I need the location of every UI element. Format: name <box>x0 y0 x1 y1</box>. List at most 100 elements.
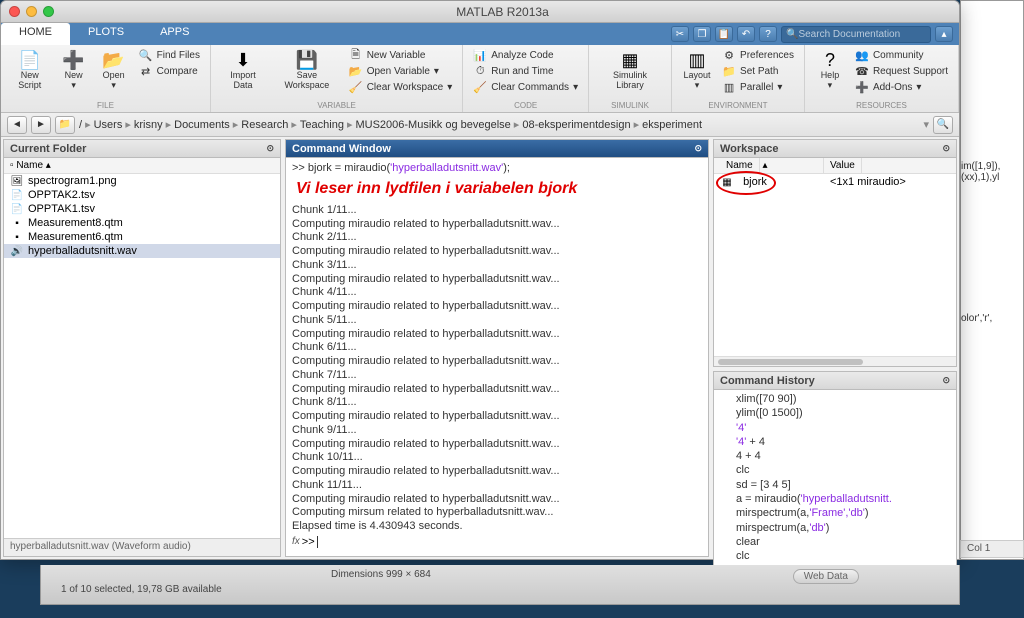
current-folder-status: hyperballadutsnitt.wav (Waveform audio) <box>4 538 280 556</box>
history-item[interactable]: '4' <box>718 421 952 435</box>
history-item[interactable]: a = miraudio('hyperballadutsnitt. <box>718 492 952 506</box>
command-output: Chunk 1/11... Computing miraudio related… <box>292 204 702 534</box>
new-button[interactable]: ➕New▾ <box>55 47 93 93</box>
tab-apps[interactable]: APPS <box>142 23 207 45</box>
panel-menu-icon[interactable]: ⊙ <box>942 143 950 154</box>
file-item[interactable]: 🖼spectrogram1.png <box>4 174 280 188</box>
copy-icon[interactable]: ❐ <box>693 26 711 42</box>
close-icon[interactable] <box>9 6 20 17</box>
file-item[interactable]: 🔊hyperballadutsnitt.wav <box>4 244 280 258</box>
group-label-file: FILE <box>7 99 204 112</box>
window-title: MATLAB R2013a <box>54 5 951 19</box>
workspace-columns[interactable]: Name ▴ Value <box>714 158 956 174</box>
history-item[interactable]: ylim([0 1500]) <box>718 406 952 420</box>
undo-icon[interactable]: ↶ <box>737 26 755 42</box>
compare-button[interactable]: ⇄Compare <box>135 63 204 79</box>
command-window-body[interactable]: >> bjork = miraudio('hyperballadutsnitt.… <box>286 158 708 556</box>
web-data-button[interactable]: Web Data <box>793 569 859 584</box>
parallel-button[interactable]: ▥Parallel ▾ <box>718 79 798 95</box>
find-files-button[interactable]: 🔍Find Files <box>135 47 204 63</box>
new-script-button[interactable]: 📄New Script <box>7 47 53 93</box>
up-folder-button[interactable]: 📁 <box>55 116 75 134</box>
analyze-code-button[interactable]: 📊Analyze Code <box>469 47 582 63</box>
editor-status-col: Col 1 <box>960 540 1024 558</box>
request-support-button[interactable]: ☎Request Support <box>851 63 952 79</box>
matlab-window: MATLAB R2013a HOME PLOTS APPS ✂ ❐ 📋 ↶ ? … <box>0 0 960 560</box>
new-variable-button[interactable]: 🗎New Variable <box>345 47 457 63</box>
path-dropdown-icon[interactable]: ▾ <box>923 118 929 131</box>
history-item[interactable]: xlim([70 90]) <box>718 392 952 406</box>
file-item[interactable]: 📄OPPTAK1.tsv <box>4 202 280 216</box>
fx-icon[interactable]: fx <box>292 536 300 547</box>
preferences-button[interactable]: ⚙Preferences <box>718 47 798 63</box>
clear-workspace-button[interactable]: 🧹Clear Workspace ▾ <box>345 79 457 95</box>
file-icon: 📄 <box>10 203 24 215</box>
breadcrumb: ◄ ► 📁 /▸ Users▸ krisny▸ Documents▸ Resea… <box>1 113 959 137</box>
back-button[interactable]: ◄ <box>7 116 27 134</box>
layout-button[interactable]: ▥Layout▾ <box>678 47 716 95</box>
add-ons-button[interactable]: ➕Add-Ons ▾ <box>851 79 952 95</box>
current-folder-header[interactable]: Current Folder ⊙ <box>4 140 280 158</box>
history-item[interactable]: clc <box>718 549 952 563</box>
panel-menu-icon[interactable]: ⊙ <box>266 143 274 154</box>
history-item[interactable]: clc <box>718 463 952 477</box>
file-icon: ▪ <box>10 217 24 229</box>
help-button[interactable]: ?Help▾ <box>811 47 849 95</box>
import-data-button[interactable]: ⬇Import Data <box>217 47 269 95</box>
command-window-header[interactable]: Command Window ⊙ <box>286 140 708 158</box>
background-editor-window: im([1,9]), (xx),1),yl olor','r', <box>960 0 1024 560</box>
clear-commands-button[interactable]: 🧹Clear Commands ▾ <box>469 79 582 95</box>
community-button[interactable]: 👥Community <box>851 47 952 63</box>
history-item[interactable]: 4 + 4 <box>718 449 952 463</box>
command-history-panel: Command History ⊙ xlim([70 90])ylim([0 1… <box>713 371 957 591</box>
variable-icon: ▦ <box>720 177 734 189</box>
file-icon: 📄 <box>10 189 24 201</box>
set-path-button[interactable]: 📁Set Path <box>718 63 798 79</box>
titlebar: MATLAB R2013a <box>1 1 959 23</box>
history-item[interactable]: mirspectrum(a,'db') <box>718 521 952 535</box>
file-item[interactable]: ▪Measurement8.qtm <box>4 216 280 230</box>
current-folder-columns[interactable]: ▫ Name ▴ <box>4 158 280 174</box>
panel-menu-icon[interactable]: ⊙ <box>942 375 950 386</box>
command-prompt[interactable]: fx>> <box>292 534 702 550</box>
workspace-variable-row[interactable]: ▦ bjork <1x1 miraudio> <box>714 174 956 191</box>
cut-icon[interactable]: ✂ <box>671 26 689 42</box>
current-folder-panel: Current Folder ⊙ ▫ Name ▴ 🖼spectrogram1.… <box>3 139 281 557</box>
search-folder-icon[interactable]: 🔍 <box>933 116 953 134</box>
minimize-icon[interactable] <box>26 6 37 17</box>
command-history-header[interactable]: Command History ⊙ <box>714 372 956 390</box>
run-and-time-button[interactable]: ⏱Run and Time <box>469 63 582 79</box>
finder-window-background: Dimensions 999 × 684 1 of 10 selected, 1… <box>40 565 960 605</box>
scrollbar[interactable] <box>714 356 956 366</box>
group-label-simulink: SIMULINK <box>595 99 665 112</box>
history-item[interactable]: clear <box>718 535 952 549</box>
forward-button[interactable]: ► <box>31 116 51 134</box>
file-item[interactable]: 📄OPPTAK2.tsv <box>4 188 280 202</box>
group-label-environment: ENVIRONMENT <box>678 99 798 112</box>
command-history-body[interactable]: xlim([70 90])ylim([0 1500])'4''4' + 44 +… <box>714 390 956 580</box>
workspace-header[interactable]: Workspace ⊙ <box>714 140 956 158</box>
workspace-panel: Workspace ⊙ Name ▴ Value ▦ bjork <1x1 mi… <box>713 139 957 367</box>
help-icon[interactable]: ? <box>759 26 777 42</box>
tab-plots[interactable]: PLOTS <box>70 23 142 45</box>
panel-menu-icon[interactable]: ⊙ <box>694 143 702 154</box>
file-icon: 🖼 <box>10 175 24 187</box>
path-bar[interactable]: /▸ Users▸ krisny▸ Documents▸ Research▸ T… <box>79 118 919 131</box>
zoom-icon[interactable] <box>43 6 54 17</box>
history-item[interactable]: '4' + 4 <box>718 435 952 449</box>
open-variable-button[interactable]: 📂Open Variable ▾ <box>345 63 457 79</box>
minimize-ribbon-icon[interactable]: ▴ <box>935 26 953 42</box>
simulink-library-button[interactable]: ▦Simulink Library <box>595 47 665 93</box>
save-workspace-button[interactable]: 💾Save Workspace <box>271 47 343 95</box>
file-icon: ▪ <box>10 231 24 243</box>
history-item[interactable]: sd = [3 4 5] <box>718 478 952 492</box>
tab-home[interactable]: HOME <box>1 23 70 45</box>
toolstrip: 📄New Script ➕New▾ 📂Open▾ 🔍Find Files ⇄Co… <box>1 45 959 113</box>
file-item[interactable]: ▪Measurement6.qtm <box>4 230 280 244</box>
command-window-panel: Command Window ⊙ >> bjork = miraudio('hy… <box>285 139 709 557</box>
group-label-variable: VARIABLE <box>217 99 456 112</box>
search-documentation-input[interactable]: 🔍 Search Documentation <box>781 26 931 43</box>
history-item[interactable]: mirspectrum(a,'Frame','db') <box>718 506 952 520</box>
open-button[interactable]: 📂Open▾ <box>95 47 133 93</box>
paste-icon[interactable]: 📋 <box>715 26 733 42</box>
